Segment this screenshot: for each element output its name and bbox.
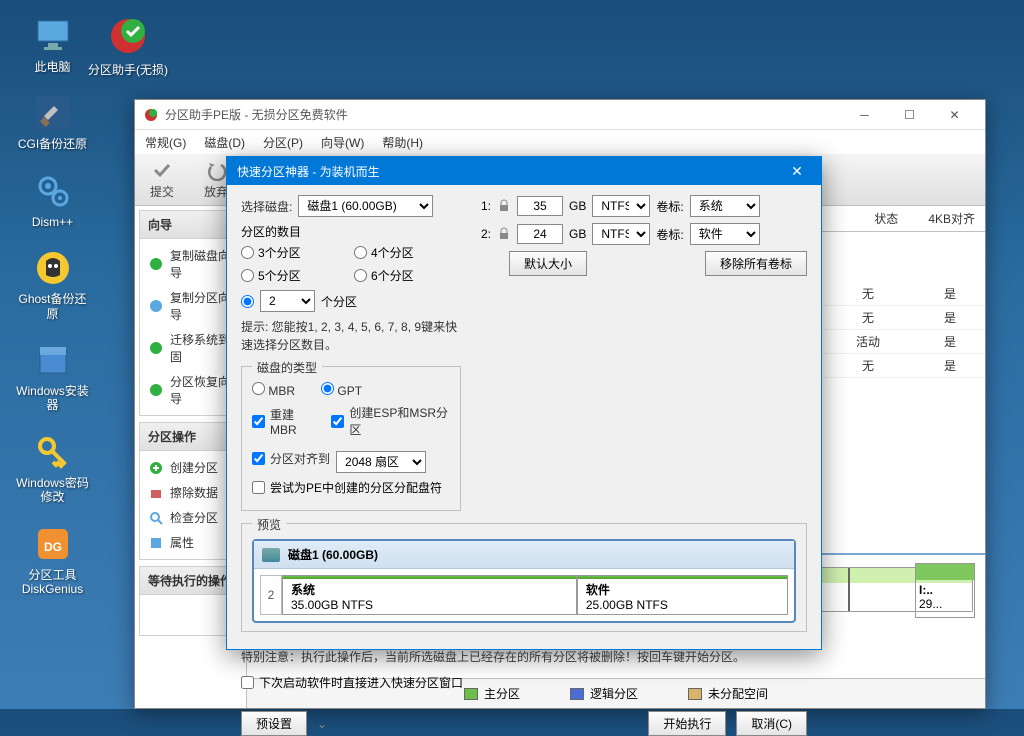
default-size-button[interactable]: 默认大小 — [509, 251, 587, 276]
lock-icon[interactable] — [497, 199, 511, 213]
menu-help[interactable]: 帮助(H) — [382, 134, 423, 151]
preview-partition-2[interactable]: 软件25.00GB NTFS — [577, 575, 788, 615]
svg-text:DG: DG — [44, 540, 62, 554]
warning-text: 特别注意：执行此操作后，当前所选磁盘上已经存在的所有分区将被删除！按回车键开始分… — [241, 648, 807, 666]
radio-6-partitions[interactable]: 6个分区 — [354, 267, 461, 284]
menu-partition[interactable]: 分区(P) — [263, 134, 303, 151]
align-select[interactable]: 2048 扇区 — [336, 451, 426, 473]
chk-esp-msr[interactable]: 创建ESP和MSR分区 — [331, 404, 450, 438]
properties-icon — [148, 535, 164, 551]
key-icon — [32, 431, 74, 473]
cancel-button[interactable]: 取消(C) — [736, 711, 807, 736]
erase-icon — [148, 485, 164, 501]
preset-button[interactable]: 预设置 — [241, 711, 307, 736]
radio-5-partitions[interactable]: 5个分区 — [241, 267, 348, 284]
start-button[interactable]: 开始执行 — [648, 711, 726, 736]
dialog-close-button[interactable]: ✕ — [783, 159, 811, 183]
partition-size-input-1[interactable] — [517, 196, 563, 216]
check-icon — [151, 159, 173, 181]
disk-icon — [148, 382, 164, 398]
remove-labels-button[interactable]: 移除所有卷标 — [705, 251, 807, 276]
gears-icon — [32, 170, 74, 212]
toolbar-discard[interactable]: 放弃 — [204, 159, 228, 200]
disk-type-label: 磁盘的类型 — [252, 359, 322, 376]
partition-config-row-2: 2: GB NTFS 卷标: 软件 — [473, 223, 807, 245]
partition-fs-select-2[interactable]: NTFS — [592, 223, 650, 245]
monitor-icon — [32, 15, 74, 57]
select-disk-label: 选择磁盘: — [241, 198, 292, 215]
undo-icon — [205, 159, 227, 181]
disk-icon — [262, 548, 280, 562]
dialog-titlebar: 快速分区神器 - 为装机而生 ✕ — [227, 157, 821, 185]
preview-disk: 磁盘1 (60.00GB) 2 系统35.00GB NTFS 软件25.00GB… — [252, 539, 796, 623]
ghost-icon — [32, 247, 74, 289]
disk-icon — [148, 340, 164, 356]
diskgenius-icon: DG — [32, 523, 74, 565]
search-icon — [148, 510, 164, 526]
quick-partition-dialog: 快速分区神器 - 为装机而生 ✕ 选择磁盘: 磁盘1 (60.00GB) 分区的… — [226, 156, 822, 650]
close-button[interactable]: ✕ — [932, 101, 977, 129]
preview-partition-1[interactable]: 系统35.00GB NTFS — [282, 575, 577, 615]
box-icon — [32, 339, 74, 381]
chk-pe-drive-letter[interactable]: 尝试为PE中创建的分区分配盘符 — [252, 479, 450, 496]
desktop-icon-ghost[interactable]: Ghost备份还原 — [15, 247, 90, 321]
maximize-button[interactable]: ☐ — [887, 101, 932, 129]
select-disk-dropdown[interactable]: 磁盘1 (60.00GB) — [298, 195, 433, 217]
desktop-icon-cgi[interactable]: CGI备份还原 — [15, 92, 90, 151]
app-icon — [143, 107, 159, 123]
partition-fs-select-1[interactable]: NTFS — [592, 195, 650, 217]
chk-align[interactable]: 分区对齐到 — [252, 450, 330, 467]
chk-startup-quick[interactable]: 下次启动软件时直接进入快速分区窗口 — [241, 674, 807, 691]
partition-size-input-2[interactable] — [517, 224, 563, 244]
chk-rebuild-mbr[interactable]: 重建MBR — [252, 406, 315, 437]
desktop-icon-wininstall[interactable]: Windows安装器 — [15, 339, 90, 413]
radio-3-partitions[interactable]: 3个分区 — [241, 244, 348, 261]
custom-count-select[interactable]: 2 — [260, 290, 315, 312]
minimize-button[interactable]: ─ — [842, 101, 887, 129]
desktop-icon-winpwd[interactable]: Windows密码修改 — [15, 431, 90, 505]
partition-label-select-1[interactable]: 系统 — [690, 195, 760, 217]
menu-bar: 常规(G) 磁盘(D) 分区(P) 向导(W) 帮助(H) — [135, 130, 985, 154]
lock-icon[interactable] — [497, 227, 511, 241]
desktop-icon-dism[interactable]: Dism++ — [15, 170, 90, 229]
hammer-icon — [32, 92, 74, 134]
partition-config-row-1: 1: GB NTFS 卷标: 系统 — [473, 195, 807, 217]
partition-count-label: 分区的数目 — [241, 223, 461, 240]
radio-4-partitions[interactable]: 4个分区 — [354, 244, 461, 261]
chevron-down-icon: ⌄ — [317, 717, 327, 731]
partition-label-select-2[interactable]: 软件 — [690, 223, 760, 245]
menu-wizard[interactable]: 向导(W) — [321, 134, 364, 151]
tip-text: 提示: 您能按1, 2, 3, 4, 5, 6, 7, 8, 9键来快速选择分区… — [241, 318, 461, 354]
radio-custom-partitions[interactable]: 2 个分区 — [241, 290, 461, 312]
preview-section: 预览 磁盘1 (60.00GB) 2 系统35.00GB NTFS — [241, 523, 807, 632]
plus-icon — [148, 460, 164, 476]
desktop-icon-partition-assistant[interactable]: 分区助手(无损) — [88, 15, 168, 77]
radio-gpt[interactable]: GPT — [321, 382, 362, 398]
titlebar: 分区助手PE版 - 无损分区免费软件 ─ ☐ ✕ — [135, 100, 985, 130]
radio-mbr[interactable]: MBR — [252, 382, 295, 398]
toolbar-commit[interactable]: 提交 — [150, 159, 174, 200]
partition-assistant-icon — [107, 15, 149, 60]
disk-partition-i[interactable]: I:..29... — [915, 563, 975, 618]
desktop-icon-this-pc[interactable]: 此电脑 — [15, 15, 90, 74]
menu-general[interactable]: 常规(G) — [145, 134, 186, 151]
desktop-icon-diskgenius[interactable]: DG 分区工具DiskGenius — [15, 523, 90, 597]
disk-icon — [148, 298, 164, 314]
disk-icon — [148, 256, 164, 272]
menu-disk[interactable]: 磁盘(D) — [204, 134, 245, 151]
